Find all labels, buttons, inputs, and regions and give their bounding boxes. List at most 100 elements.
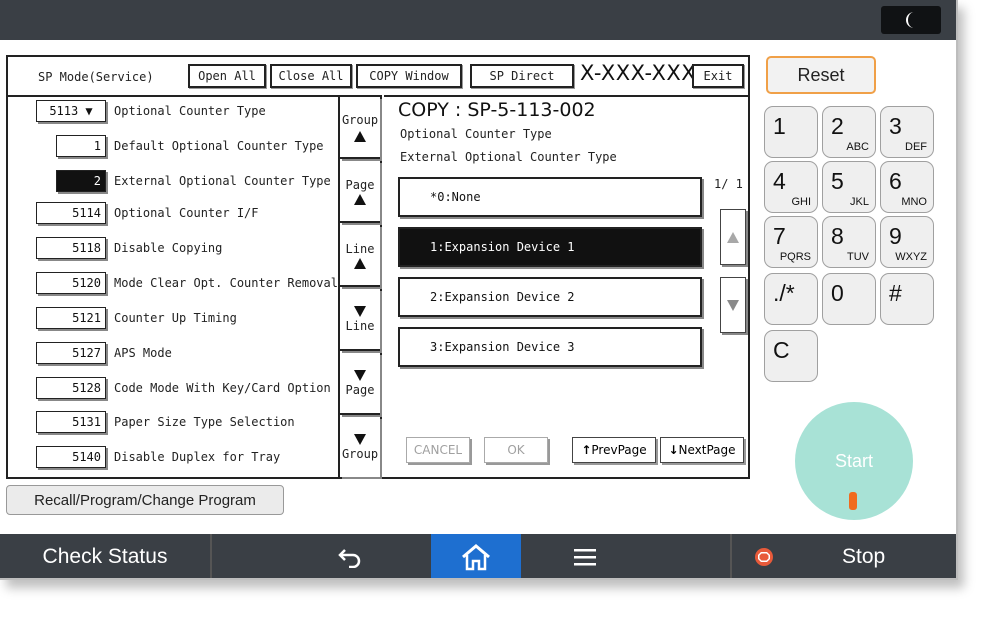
stop-button[interactable]: Stop xyxy=(730,534,956,578)
next-page-button[interactable]: ↓ NextPage xyxy=(660,437,744,463)
tree-item-label: Paper Size Type Selection xyxy=(114,415,295,429)
tree-code-box[interactable]: 5121 xyxy=(36,307,106,329)
key-1[interactable]: 1 xyxy=(764,106,818,158)
sp-detail-pane: COPY : SP-5-113-002 Optional Counter Typ… xyxy=(384,95,748,477)
sp-direct-button[interactable]: SP Direct xyxy=(470,64,574,88)
key-digit: ./* xyxy=(773,280,795,306)
menu-icon xyxy=(574,549,596,566)
key-6[interactable]: 6 MNO xyxy=(880,161,934,213)
key-digit: 7 xyxy=(773,223,786,249)
line-down-button[interactable]: Line xyxy=(340,289,380,351)
stop-label: Stop xyxy=(842,545,886,568)
key-clear[interactable]: C xyxy=(764,330,818,382)
line-up-label: Line xyxy=(345,241,375,256)
sp-code-title: COPY : SP-5-113-002 xyxy=(398,99,596,121)
key-letters: ABC xyxy=(846,141,869,153)
ok-button[interactable]: OK xyxy=(484,437,548,463)
option-none[interactable]: *0:None xyxy=(398,177,702,217)
option-expansion-device-1[interactable]: 1:Expansion Device 1 xyxy=(398,227,702,267)
prev-page-button[interactable]: ↑ PrevPage xyxy=(572,437,656,463)
scroll-up-button[interactable] xyxy=(720,209,746,265)
line-up-button[interactable]: Line xyxy=(340,225,380,287)
tree-code-box[interactable]: 1 xyxy=(56,135,106,157)
option-expansion-device-2[interactable]: 2:Expansion Device 2 xyxy=(398,277,702,317)
tree-code-box[interactable]: 5114 xyxy=(36,202,106,224)
tree-code-box[interactable]: 5131 xyxy=(36,411,106,433)
next-page-label: NextPage xyxy=(678,443,736,457)
key-4[interactable]: 4 GHI xyxy=(764,161,818,213)
top-bar xyxy=(0,0,956,40)
prev-page-label: PrevPage xyxy=(591,443,647,457)
tree-item-label: APS Mode xyxy=(114,346,172,360)
scroll-down-button[interactable] xyxy=(720,277,746,333)
copy-window-button[interactable]: COPY Window xyxy=(356,64,462,88)
group-up-button[interactable]: Group xyxy=(340,97,380,159)
key-hash[interactable]: # xyxy=(880,273,934,325)
tree-item-label: Disable Duplex for Tray xyxy=(114,450,281,464)
tree-item-label: Code Mode With Key/Card Option xyxy=(114,381,331,395)
key-digit: 9 xyxy=(889,223,902,249)
device-screen: SP Mode(Service) Open All Close All COPY… xyxy=(0,0,958,580)
key-letters: WXYZ xyxy=(895,251,927,263)
home-icon xyxy=(462,544,490,571)
key-digit: 1 xyxy=(773,113,786,139)
tree-item-label: Mode Clear Opt. Counter Removal xyxy=(114,276,338,290)
back-button[interactable] xyxy=(300,534,400,578)
key-dot-star[interactable]: ./* xyxy=(764,273,818,325)
tree-code-box-selected[interactable]: 2 xyxy=(56,170,106,192)
key-2[interactable]: 2 ABC xyxy=(822,106,876,158)
tree-code-box[interactable]: 5140 xyxy=(36,446,106,468)
arrow-down-icon xyxy=(727,299,739,311)
key-digit: 8 xyxy=(831,223,844,249)
key-letters: JKL xyxy=(850,196,869,208)
cancel-button[interactable]: CANCEL xyxy=(406,437,470,463)
close-all-button[interactable]: Close All xyxy=(270,64,352,88)
arrow-down-icon xyxy=(354,305,366,317)
start-indicator-led xyxy=(849,492,857,510)
back-arrow-icon xyxy=(338,549,361,568)
key-digit: 4 xyxy=(773,168,786,194)
arrow-up-icon xyxy=(727,231,739,243)
sp-title-2: External Optional Counter Type xyxy=(400,150,617,164)
reset-button[interactable]: Reset xyxy=(766,56,876,94)
key-letters: GHI xyxy=(791,196,811,208)
page-down-button[interactable]: Page xyxy=(340,353,380,415)
key-0[interactable]: 0 xyxy=(822,273,876,325)
key-8[interactable]: 8 TUV xyxy=(822,216,876,268)
tree-code-box[interactable]: 5120 xyxy=(36,272,106,294)
stop-icon xyxy=(755,548,773,566)
energy-saver-button[interactable] xyxy=(881,6,941,34)
check-status-button[interactable]: Check Status xyxy=(0,534,212,578)
key-digit: 3 xyxy=(889,113,902,139)
tree-item-label: Optional Counter I/F xyxy=(114,206,259,220)
tree-item-label: Default Optional Counter Type xyxy=(114,139,324,153)
key-letters: MNO xyxy=(901,196,927,208)
arrow-down-icon: ↓ xyxy=(668,443,679,457)
tree-item-label: Optional Counter Type xyxy=(114,104,266,118)
sp-title-1: Optional Counter Type xyxy=(400,127,552,141)
page-count: 1/ 1 xyxy=(714,177,743,191)
page-up-button[interactable]: Page xyxy=(340,161,380,223)
home-button[interactable] xyxy=(431,534,521,578)
recall-program-button[interactable]: Recall/Program/Change Program xyxy=(6,485,284,515)
tree-item-label: Disable Copying xyxy=(114,241,223,255)
key-7[interactable]: 7 PQRS xyxy=(764,216,818,268)
arrow-down-icon xyxy=(354,433,366,445)
tree-code-box[interactable]: 5118 xyxy=(36,237,106,259)
exit-button[interactable]: Exit xyxy=(692,64,744,88)
option-expansion-device-3[interactable]: 3:Expansion Device 3 xyxy=(398,327,702,367)
model-number: X-XXX-XXX xyxy=(580,61,697,85)
tree-code-box[interactable]: 5127 xyxy=(36,342,106,364)
menu-button[interactable] xyxy=(535,534,635,578)
key-3[interactable]: 3 DEF xyxy=(880,106,934,158)
page-up-label: Page xyxy=(345,177,375,192)
key-5[interactable]: 5 JKL xyxy=(822,161,876,213)
open-all-button[interactable]: Open All xyxy=(188,64,266,88)
key-9[interactable]: 9 WXYZ xyxy=(880,216,934,268)
key-digit: 0 xyxy=(831,280,844,306)
arrow-up-icon xyxy=(354,193,366,205)
group-down-button[interactable]: Group xyxy=(340,417,380,477)
tree-code-box[interactable]: 5113 ▼ xyxy=(36,100,106,122)
moon-icon xyxy=(906,12,914,28)
tree-code-box[interactable]: 5128 xyxy=(36,377,106,399)
